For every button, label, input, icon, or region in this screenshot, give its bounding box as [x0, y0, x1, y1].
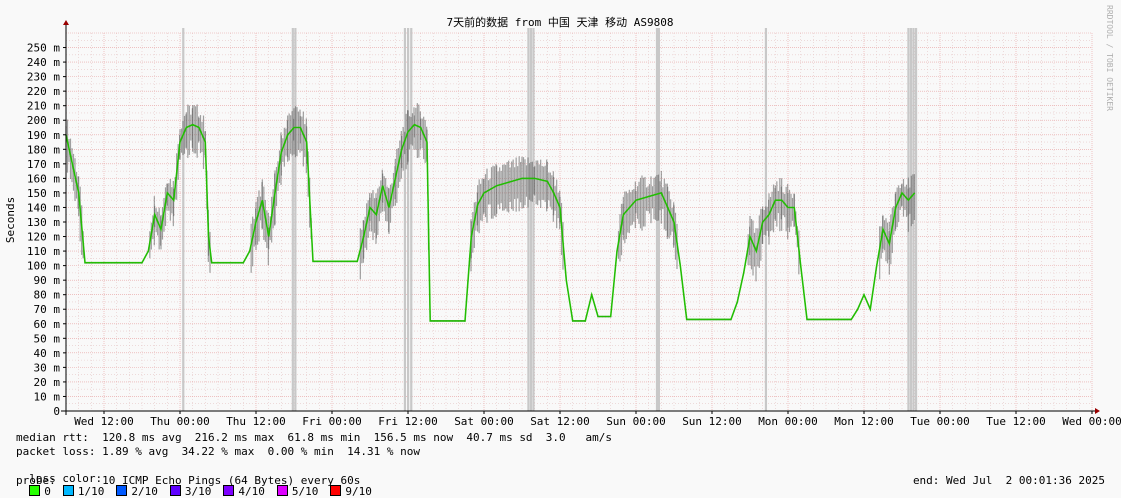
y-axis-label: Seconds	[4, 197, 17, 243]
packet-loss-stats: packet loss: 1.89 % avg 34.22 % max 0.00…	[16, 445, 420, 458]
y-tick-label: 40 m	[34, 347, 61, 360]
y-tick-label: 50 m	[34, 332, 61, 345]
x-tick-label: Mon 00:00	[758, 415, 818, 428]
grid	[65, 32, 1093, 412]
chart-title: 7天前的数据 from 中国 天津 移动 AS9808	[447, 15, 674, 29]
y-tick-label: 160 m	[27, 172, 60, 185]
y-tick-label: 30 m	[34, 361, 61, 374]
x-tick-label: Sun 00:00	[606, 415, 666, 428]
watermark: RRDTOOL / TOBI OETIKER	[1105, 5, 1114, 111]
x-axis-arrow	[1095, 408, 1100, 414]
x-tick-label: Wed 00:00	[1062, 415, 1121, 428]
y-tick-label: 250 m	[27, 42, 60, 55]
loss-bar	[182, 28, 185, 411]
smoke-band	[65, 103, 915, 322]
y-tick-label: 230 m	[27, 71, 60, 84]
x-tick-label: Thu 12:00	[226, 415, 286, 428]
x-tick-label: Tue 00:00	[910, 415, 970, 428]
y-tick-label: 190 m	[27, 129, 60, 142]
y-tick-label: 150 m	[27, 187, 60, 200]
y-tick-label: 210 m	[27, 100, 60, 113]
loss-bar	[294, 28, 297, 411]
probe-info: probe: 10 ICMP Echo Pings (64 Bytes) eve…	[16, 474, 361, 487]
loss-bar	[914, 28, 918, 411]
loss-bar	[529, 28, 533, 411]
x-tick-label: Wed 12:00	[74, 415, 134, 428]
y-tick-label: 80 m	[34, 289, 61, 302]
y-tick-label: 110 m	[27, 245, 60, 258]
y-tick-label: 180 m	[27, 143, 60, 156]
x-tick-label: Fri 12:00	[378, 415, 438, 428]
y-tick-label: 200 m	[27, 114, 60, 127]
y-tick-label: 60 m	[34, 318, 61, 331]
y-tick-label: 170 m	[27, 158, 60, 171]
x-tick-label: Thu 00:00	[150, 415, 210, 428]
y-tick-label: 70 m	[34, 303, 61, 316]
axes	[61, 20, 1100, 415]
x-tick-label: Sun 12:00	[682, 415, 742, 428]
loss-bar	[291, 28, 294, 411]
y-tick-labels: 0 10 m20 m 30 m40 m 50 m60 m 70 m80 m 90 m100…	[27, 42, 60, 418]
x-tick-label: Mon 12:00	[834, 415, 894, 428]
x-tick-labels: Wed 12:00 Thu 00:00 Thu 12:00 Fri 00:00 Fri …	[74, 415, 1121, 428]
y-tick-label: 20 m	[34, 376, 61, 389]
x-tick-label: Fri 00:00	[302, 415, 362, 428]
x-tick-label: Sat 12:00	[530, 415, 590, 428]
median-rtt-stats: median rtt: 120.8 ms avg 216.2 ms max 61…	[16, 431, 613, 444]
x-tick-label: Tue 12:00	[986, 415, 1046, 428]
y-tick-label: 240 m	[27, 56, 60, 69]
loss-bar	[407, 28, 410, 411]
y-tick-label: 90 m	[34, 274, 61, 287]
y-tick-label: 220 m	[27, 85, 60, 98]
y-tick-label: 140 m	[27, 201, 60, 214]
loss-bar	[532, 28, 535, 411]
y-axis-arrow	[63, 20, 69, 25]
y-tick-label: 10 m	[34, 390, 61, 403]
loss-bar	[527, 28, 530, 411]
x-tick-label: Sat 00:00	[454, 415, 514, 428]
end-timestamp: end: Wed Jul 2 00:01:36 2025	[912, 474, 1105, 487]
y-tick-label: 130 m	[27, 216, 60, 229]
loss-bars	[182, 28, 918, 411]
y-tick-label: 100 m	[27, 260, 60, 273]
loss-bar	[403, 28, 407, 411]
smokeping-chart: 7天前的数据 from 中国 天津 移动 AS9808 Seconds RRDT…	[4, 5, 1121, 428]
y-tick-label: 0	[53, 405, 60, 418]
y-tick-label: 120 m	[27, 231, 60, 244]
loss-bar	[410, 28, 413, 411]
